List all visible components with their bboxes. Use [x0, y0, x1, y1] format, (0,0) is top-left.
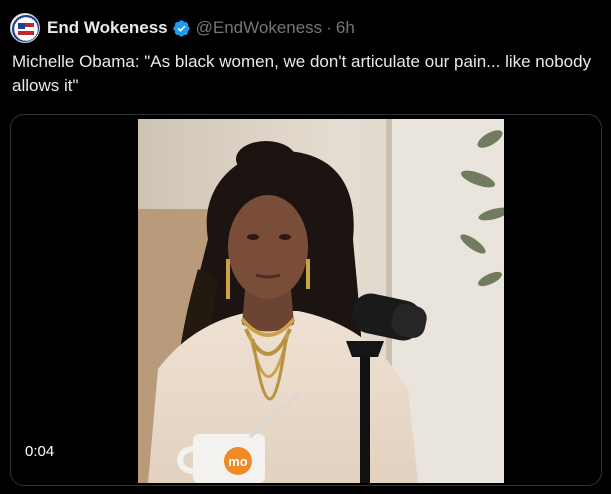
avatar-emblem-icon — [12, 15, 39, 42]
user-handle[interactable]: @EndWokeness — [196, 18, 323, 38]
video-frame[interactable]: mo — [138, 119, 504, 483]
video-timestamp: 0:04 — [21, 442, 59, 461]
display-name[interactable]: End Wokeness — [47, 18, 168, 38]
avatar[interactable] — [10, 13, 40, 43]
verified-badge-icon — [173, 19, 190, 37]
post-time[interactable]: 6h — [336, 18, 355, 38]
video-player[interactable]: mo 0:04 — [10, 114, 602, 486]
tweet-header: End Wokeness @EndWokeness · 6h — [10, 12, 355, 44]
tweet-text: Michelle Obama: "As black women, we don'… — [12, 52, 592, 95]
separator-dot: · — [326, 18, 332, 37]
video-still-image: mo — [138, 119, 504, 483]
tweet-card[interactable]: End Wokeness @EndWokeness · 6h Michelle … — [0, 0, 611, 494]
mug-logo-text: mo — [228, 454, 248, 469]
